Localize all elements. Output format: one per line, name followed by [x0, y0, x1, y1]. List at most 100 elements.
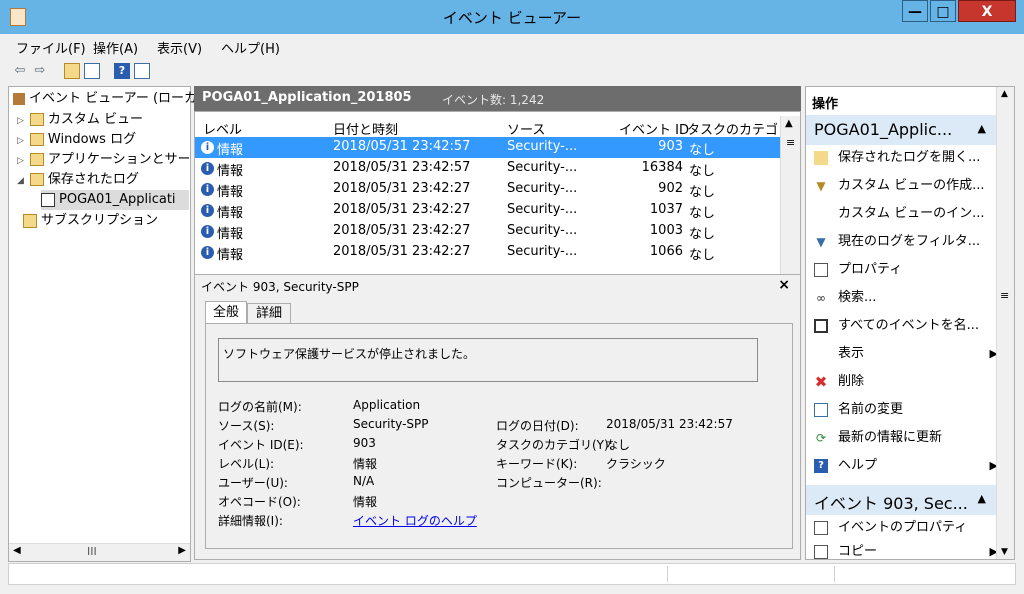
filter-icon: ▼: [816, 178, 826, 193]
action-import-custom-view[interactable]: カスタム ビューのイン...: [814, 203, 985, 225]
value-keywords: クラシック: [606, 457, 666, 471]
table-row[interactable]: i 情報 2018/05/31 23:42:27 Security-... 10…: [195, 221, 781, 242]
log-pane: POGA01_Application_201805 イベント数: 1,242 レ…: [194, 86, 801, 560]
menu-action[interactable]: 操作(A): [93, 38, 138, 57]
actions-vertical-scrollbar[interactable]: ▲ ≡ ▼: [996, 87, 1014, 559]
scroll-up-icon[interactable]: ▲: [785, 118, 793, 129]
cell-datetime: 2018/05/31 23:42:27: [333, 223, 471, 238]
expand-icon[interactable]: ▷: [17, 116, 24, 126]
action-properties[interactable]: プロパティ: [814, 259, 902, 281]
maximize-button[interactable]: □: [930, 0, 956, 22]
table-row[interactable]: i 情報 2018/05/31 23:42:57 Security-... 16…: [195, 158, 781, 179]
cell-event-id: 903: [658, 139, 683, 154]
menu-view[interactable]: 表示(V): [157, 38, 202, 57]
status-divider: [667, 566, 668, 582]
collapse-icon[interactable]: ▲: [978, 122, 986, 135]
expand-icon[interactable]: ▷: [17, 136, 24, 146]
minimize-button[interactable]: —: [902, 0, 928, 22]
window-title: イベント ビューアー: [442, 9, 582, 27]
cell-task: なし: [689, 143, 716, 158]
detail-close-icon[interactable]: ×: [778, 277, 790, 293]
cell-event-id: 1003: [649, 223, 683, 238]
panel-icon[interactable]: [134, 63, 150, 79]
action-open-saved-log[interactable]: 保存されたログを開く...: [814, 147, 980, 169]
folder-icon: [29, 113, 44, 126]
tree-item-poga01[interactable]: POGA01_Applicati: [41, 190, 189, 210]
col-source[interactable]: ソース: [507, 119, 545, 138]
tab-general[interactable]: 全般: [205, 301, 247, 324]
col-datetime[interactable]: 日付と時刻: [333, 119, 398, 138]
refresh-icon: ⟳: [815, 430, 827, 445]
expand-icon[interactable]: ▷: [17, 156, 24, 166]
menu-help[interactable]: ヘルプ(H): [221, 38, 280, 57]
col-event-id[interactable]: イベント ID: [619, 119, 689, 138]
title-bar: イベント ビューアー — □ X: [0, 0, 1024, 34]
scroll-down-icon[interactable]: ▼: [1001, 547, 1008, 557]
scroll-left-icon[interactable]: ◀: [13, 545, 21, 556]
table-row[interactable]: i 情報 2018/05/31 23:42:27 Security-... 10…: [195, 242, 781, 263]
folder-up-icon[interactable]: [64, 63, 80, 79]
action-delete[interactable]: ✖ 削除: [814, 371, 864, 393]
log-header: POGA01_Application_201805 イベント数: 1,242: [194, 86, 801, 111]
actions-section-log[interactable]: POGA01_Applic... ▲: [806, 115, 996, 145]
filter-icon: ▼: [816, 234, 826, 249]
close-button[interactable]: X: [958, 0, 1016, 22]
table-row[interactable]: i 情報 2018/05/31 23:42:27 Security-... 90…: [195, 179, 781, 200]
folder-icon: [29, 133, 44, 146]
scroll-grip-icon[interactable]: ≡: [786, 136, 795, 149]
col-task-category[interactable]: タスクのカテゴリ: [687, 119, 779, 138]
grid-header: レベル 日付と時刻 ソース イベント ID タスクのカテゴリ: [195, 116, 781, 139]
actions-section-event[interactable]: イベント 903, Sec... ▲: [806, 485, 996, 515]
collapse-icon[interactable]: ◢: [17, 176, 24, 186]
cell-level: 情報: [217, 164, 244, 179]
action-event-properties[interactable]: イベントのプロパティ: [814, 517, 967, 539]
panel-icon[interactable]: [84, 63, 100, 79]
field-log-date: ログの日付(D):: [496, 419, 579, 433]
cell-event-id: 1066: [649, 244, 683, 259]
folder-open-icon: [814, 150, 828, 165]
collapse-icon[interactable]: ▲: [978, 492, 986, 505]
action-find[interactable]: ∞ 検索...: [814, 287, 876, 309]
menu-file[interactable]: ファイル(F): [16, 38, 86, 57]
tree-item-windows-log[interactable]: ▷ Windows ログ: [17, 130, 136, 150]
cell-datetime: 2018/05/31 23:42:27: [333, 202, 471, 217]
scroll-thumb[interactable]: III: [87, 545, 97, 558]
cell-level: 情報: [217, 248, 244, 263]
scroll-up-icon[interactable]: ▲: [1001, 89, 1008, 99]
actions-header: 操作: [812, 97, 839, 112]
tree-item-root[interactable]: イベント ビューアー (ローカル): [13, 89, 215, 109]
cell-event-id: 902: [658, 181, 683, 196]
tree-item-custom-view[interactable]: ▷ カスタム ビュー: [17, 110, 143, 130]
action-view[interactable]: 表示 ▶: [814, 343, 1004, 365]
rename-icon: [814, 402, 828, 417]
back-icon[interactable]: ⇦: [12, 63, 28, 79]
action-help[interactable]: ? ヘルプ ▶: [814, 455, 1004, 477]
tree-horizontal-scrollbar[interactable]: ◀ III ▶: [9, 543, 190, 561]
event-count: イベント数: 1,242: [442, 93, 545, 107]
scroll-grip-icon[interactable]: ≡: [1000, 289, 1009, 302]
tree-item-saved-logs[interactable]: ◢ 保存されたログ: [17, 170, 139, 190]
field-computer: コンピューター(R):: [496, 476, 602, 490]
event-log-help-link[interactable]: イベント ログのヘルプ: [353, 512, 477, 529]
action-copy[interactable]: コピー ▶: [814, 541, 1004, 559]
action-refresh[interactable]: ⟳ 最新の情報に更新: [814, 427, 942, 449]
scroll-right-icon[interactable]: ▶: [178, 545, 186, 556]
forward-icon[interactable]: ⇨: [32, 63, 48, 79]
action-filter-log[interactable]: ▼ 現在のログをフィルタ...: [814, 231, 980, 253]
field-source: ソース(S):: [218, 419, 275, 433]
action-save-all-events[interactable]: すべてのイベントを名...: [814, 315, 979, 337]
value-task-category: なし: [606, 438, 631, 452]
event-message-box[interactable]: ソフトウェア保護サービスが停止されました。: [218, 338, 758, 382]
tree-item-subscriptions[interactable]: サブスクリプション: [23, 211, 158, 231]
help-icon[interactable]: ?: [114, 63, 130, 79]
table-row[interactable]: i 情報 2018/05/31 23:42:57 Security-... 90…: [195, 137, 781, 158]
col-level[interactable]: レベル: [203, 119, 242, 138]
binoculars-icon: ∞: [816, 290, 826, 305]
info-icon: i: [201, 225, 214, 238]
tab-details[interactable]: 詳細: [247, 303, 291, 324]
table-row[interactable]: i 情報 2018/05/31 23:42:27 Security-... 10…: [195, 200, 781, 221]
action-create-custom-view[interactable]: ▼ カスタム ビューの作成...: [814, 175, 984, 197]
cell-event-id: 16384: [641, 160, 683, 175]
action-rename[interactable]: 名前の変更: [814, 399, 903, 421]
tree-item-app-services[interactable]: ▷アプリケーションとサービス ロ: [17, 150, 189, 170]
